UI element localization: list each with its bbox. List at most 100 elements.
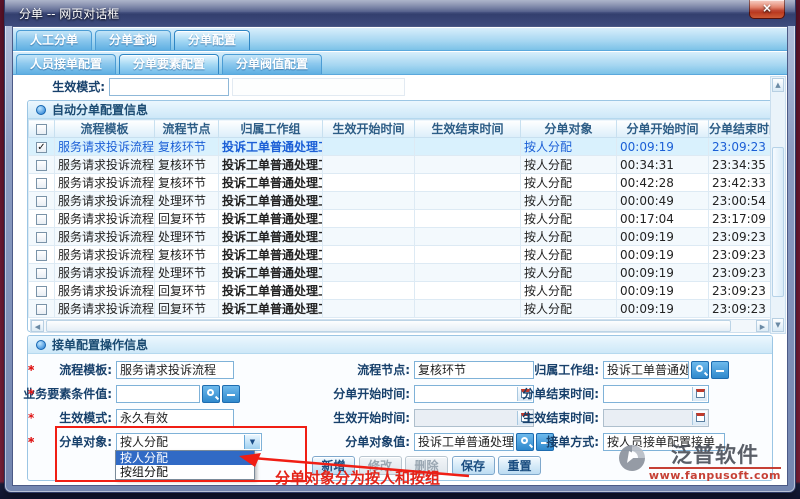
horizontal-scroll-thumb[interactable] <box>46 320 731 332</box>
cell-end: 23:09:23 <box>709 246 772 264</box>
row-checkbox[interactable] <box>36 196 47 207</box>
group-input[interactable]: 投诉工单普通处理 <box>603 361 689 379</box>
cell-node: 复核环节 <box>155 246 219 264</box>
cell-end: 23:09:23 <box>709 282 772 300</box>
column-header: 流程模板 <box>55 120 155 138</box>
cell-start: 00:09:19 <box>617 228 709 246</box>
table-row[interactable]: 服务请求投诉流程处理环节投诉工单普通处理工按人分配00:09:1923:09:2… <box>29 264 772 282</box>
receive-mode-label: 接单方式: <box>495 433 599 451</box>
table-row[interactable]: 服务请求投诉流程复核环节投诉工单普通处理工按人分配00:42:2823:42:3… <box>29 174 772 192</box>
table-row[interactable]: 服务请求投诉流程处理环节投诉工单普通处理工按人分配00:09:1923:09:2… <box>29 228 772 246</box>
clear-icon[interactable] <box>711 361 729 379</box>
cell-eff_start <box>323 228 415 246</box>
cell-group: 投诉工单普通处理工 <box>219 210 323 228</box>
tab-人员接单配置[interactable]: 人员接单配置 <box>16 54 116 74</box>
row-checkbox[interactable] <box>36 286 47 297</box>
cell-start: 00:00:49 <box>617 192 709 210</box>
cell-target: 按人分配 <box>521 264 617 282</box>
scroll-down-icon[interactable]: ▼ <box>772 318 784 332</box>
row-checkbox[interactable]: ✓ <box>36 142 47 153</box>
cell-eff_start <box>323 300 415 318</box>
effect-mode-label: 生效模式: <box>13 76 105 98</box>
effect-mode-input[interactable] <box>109 78 229 96</box>
row-checkbox[interactable] <box>36 178 47 189</box>
cell-start: 00:34:31 <box>617 156 709 174</box>
horizontal-scrollbar[interactable]: ◀ ▶ <box>30 319 770 333</box>
eff-mode-input[interactable]: 永久有效 <box>116 409 234 427</box>
table-row[interactable]: 服务请求投诉流程处理环节投诉工单普通处理工按人分配00:00:4923:00:5… <box>29 192 772 210</box>
cell-eff_start <box>323 138 415 156</box>
vertical-scrollbar[interactable]: ▲ ▼ <box>770 76 786 334</box>
fanpu-logo-icon <box>617 443 647 473</box>
row-checkbox[interactable] <box>36 268 47 279</box>
cell-node: 复核环节 <box>155 174 219 192</box>
tab-分单配置[interactable]: 分单配置 <box>174 30 250 50</box>
tab-人工分单[interactable]: 人工分单 <box>16 30 92 50</box>
auto-config-panel: 自动分单配置信息 流程模板流程节点归属工作组生效开始时间生效结束时间分单对象分单… <box>27 100 773 332</box>
cell-node: 处理环节 <box>155 192 219 210</box>
scroll-right-icon[interactable]: ▶ <box>756 320 769 332</box>
target-dropdown-list: 按人分配按组分配 <box>115 450 255 480</box>
cell-eff_end <box>415 228 521 246</box>
scroll-left-icon[interactable]: ◀ <box>31 320 44 332</box>
cell-eff_end <box>415 264 521 282</box>
column-header: 生效开始时间 <box>323 120 415 138</box>
table-row[interactable]: ✓服务请求投诉流程复核环节投诉工单普通处理工按人分配00:09:1923:09:… <box>29 138 772 156</box>
scroll-up-icon[interactable]: ▲ <box>772 78 784 92</box>
cell-node: 回复环节 <box>155 210 219 228</box>
dialog-titlebar[interactable]: 分单 -- 网页对话框 × <box>5 0 795 26</box>
biz-value-input[interactable] <box>116 385 200 403</box>
op-config-header: 接单配置操作信息 <box>28 336 772 354</box>
cell-end: 23:34:35 <box>709 156 772 174</box>
target-select[interactable]: 按人分配▼ <box>116 433 262 451</box>
row-checkbox[interactable] <box>36 214 47 225</box>
calendar-icon[interactable] <box>692 387 707 401</box>
cell-node: 复核环节 <box>155 156 219 174</box>
vertical-scroll-thumb[interactable] <box>772 147 784 297</box>
section-bullet-icon <box>36 340 46 350</box>
table-row[interactable]: 服务请求投诉流程复核环节投诉工单普通处理工按人分配00:34:3123:34:3… <box>29 156 772 174</box>
cell-template: 服务请求投诉流程 <box>55 282 155 300</box>
cell-start: 00:09:19 <box>617 138 709 156</box>
dropdown-option[interactable]: 按组分配 <box>116 465 254 479</box>
tab-分单阀值配置[interactable]: 分单阀值配置 <box>222 54 322 74</box>
template-input[interactable]: 服务请求投诉流程 <box>116 361 234 379</box>
row-checkbox[interactable] <box>36 232 47 243</box>
dialog-window: 分单 -- 网页对话框 × 人工分单分单查询分单配置 人员接单配置分单要素配置分… <box>5 0 795 492</box>
target-value-label: 分单对象值: <box>310 433 410 451</box>
action-button[interactable]: 保存 <box>452 456 495 475</box>
cell-eff_end <box>415 210 521 228</box>
close-button[interactable]: × <box>749 0 785 19</box>
cell-template: 服务请求投诉流程 <box>55 174 155 192</box>
cell-template: 服务请求投诉流程 <box>55 300 155 318</box>
row-checkbox[interactable] <box>36 304 47 315</box>
cell-eff_start <box>323 156 415 174</box>
cell-end: 23:09:23 <box>709 228 772 246</box>
tab-分单查询[interactable]: 分单查询 <box>95 30 171 50</box>
cell-start: 00:42:28 <box>617 174 709 192</box>
search-icon[interactable] <box>202 385 220 403</box>
clear-icon[interactable] <box>222 385 240 403</box>
row-checkbox[interactable] <box>36 160 47 171</box>
split-end-input[interactable] <box>603 385 709 403</box>
search-icon[interactable] <box>691 361 709 379</box>
cell-group: 投诉工单普通处理工 <box>219 156 323 174</box>
tab-分单要素配置[interactable]: 分单要素配置 <box>119 54 219 74</box>
table-row[interactable]: 服务请求投诉流程回复环节投诉工单普通处理工按人分配00:09:1923:09:2… <box>29 300 772 318</box>
split-end-label: 分单结束时间: <box>495 385 599 403</box>
table-row[interactable]: 服务请求投诉流程回复环节投诉工单普通处理工按人分配00:09:1923:09:2… <box>29 282 772 300</box>
row-checkbox[interactable] <box>36 250 47 261</box>
table-row[interactable]: 服务请求投诉流程复核环节投诉工单普通处理工按人分配00:09:1923:09:2… <box>29 246 772 264</box>
table-row[interactable]: 服务请求投诉流程回复环节投诉工单普通处理工按人分配00:17:0423:17:0… <box>29 210 772 228</box>
dropdown-option[interactable]: 按人分配 <box>116 451 254 465</box>
select-all-checkbox[interactable] <box>36 124 47 135</box>
cell-eff_end <box>415 174 521 192</box>
cell-template: 服务请求投诉流程 <box>55 192 155 210</box>
cell-target: 按人分配 <box>521 174 617 192</box>
secondary-tabbar: 人员接单配置分单要素配置分单阀值配置 <box>13 52 787 75</box>
cell-eff_end <box>415 246 521 264</box>
cell-end: 23:09:23 <box>709 264 772 282</box>
action-button[interactable]: 重置 <box>498 456 541 475</box>
chevron-down-icon[interactable]: ▼ <box>244 435 260 449</box>
cell-node: 处理环节 <box>155 228 219 246</box>
